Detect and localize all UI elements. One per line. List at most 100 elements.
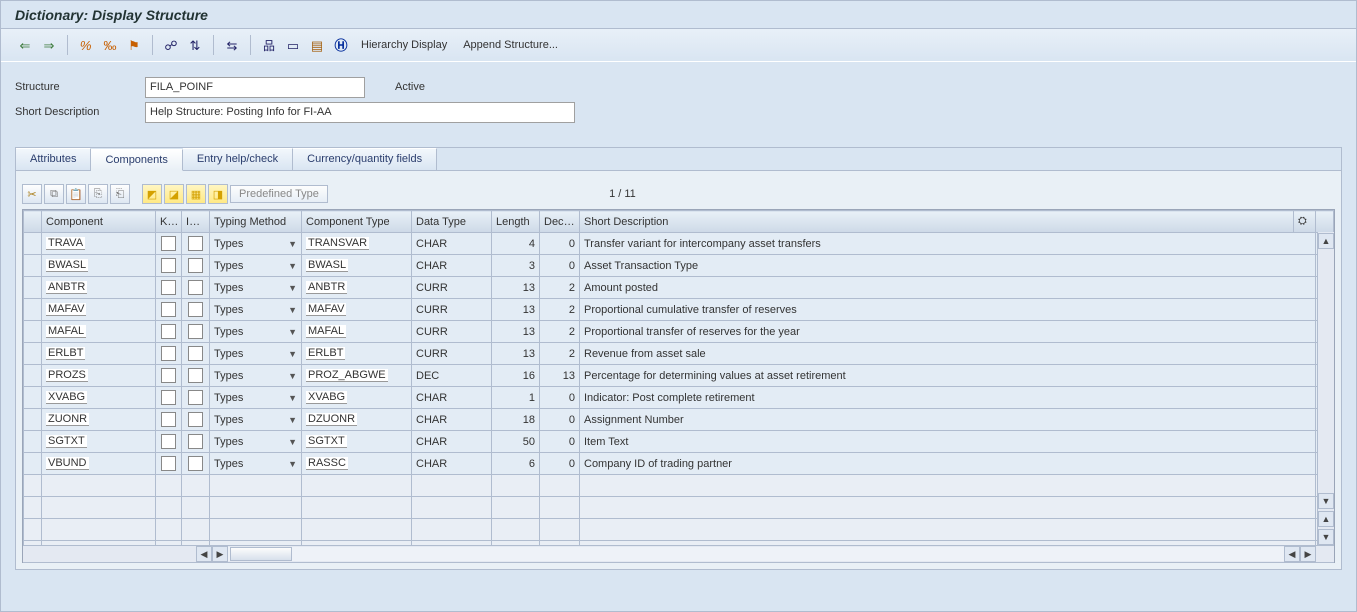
cell-component-type[interactable] [302,475,412,497]
hscroll-right-1[interactable]: ▶ [212,546,228,562]
collapse-include-button[interactable] [208,184,228,204]
key-checkbox[interactable] [161,236,176,251]
init-checkbox[interactable] [188,280,203,295]
navigate-button[interactable] [222,35,242,55]
tab-components[interactable]: Components [91,149,182,171]
deselect-all-button[interactable] [164,184,184,204]
init-checkbox[interactable] [188,434,203,449]
row-selector[interactable] [24,409,42,431]
cell-component-type[interactable]: TRANSVAR [302,233,412,255]
cell-init[interactable] [182,431,210,453]
cell-typing-method[interactable]: Types▼ [210,299,302,321]
cell-init[interactable] [182,475,210,497]
scroll-down-button[interactable]: ▼ [1318,493,1334,509]
col-init[interactable]: Ini... [182,211,210,233]
vertical-scrollbar[interactable]: ▲ ▼ ▲ ▼ [1317,232,1334,546]
cell-key[interactable] [156,299,182,321]
col-length[interactable]: Length [492,211,540,233]
cell-typing-method[interactable] [210,475,302,497]
cell-typing-method[interactable]: Types▼ [210,233,302,255]
init-checkbox[interactable] [188,368,203,383]
key-checkbox[interactable] [161,346,176,361]
cell-component-type[interactable]: ERLBT [302,343,412,365]
cell-typing-method[interactable]: Types▼ [210,431,302,453]
col-typing-method[interactable]: Typing Method [210,211,302,233]
cell-component-type[interactable]: PROZ_ABGWE [302,365,412,387]
object-directory-button[interactable] [185,35,205,55]
cell-typing-method[interactable]: Types▼ [210,277,302,299]
cell-typing-method[interactable]: Types▼ [210,387,302,409]
cell-key[interactable] [156,343,182,365]
cell-key[interactable] [156,365,182,387]
scroll-up-button-2[interactable]: ▲ [1318,511,1334,527]
expand-include-button[interactable] [186,184,206,204]
key-checkbox[interactable] [161,280,176,295]
col-decimals[interactable]: Deci... [540,211,580,233]
hscroll-left-1[interactable]: ◀ [196,546,212,562]
forward-button[interactable] [39,35,59,55]
table-button[interactable] [283,35,303,55]
init-checkbox[interactable] [188,456,203,471]
cell-typing-method[interactable]: Types▼ [210,409,302,431]
init-checkbox[interactable] [188,412,203,427]
init-checkbox[interactable] [188,324,203,339]
cell-init[interactable] [182,497,210,519]
cell-init[interactable] [182,299,210,321]
predefined-type-button[interactable]: Predefined Type [230,185,328,203]
scroll-down-button-2[interactable]: ▼ [1318,529,1334,545]
cell-key[interactable] [156,255,182,277]
cell-component[interactable]: BWASL [42,255,156,277]
cell-typing-method[interactable] [210,519,302,541]
cell-component-type[interactable]: DZUONR [302,409,412,431]
tab-entry-help-check[interactable]: Entry help/check [183,148,293,170]
row-selector[interactable] [24,343,42,365]
cell-init[interactable] [182,343,210,365]
cell-key[interactable] [156,475,182,497]
init-checkbox[interactable] [188,390,203,405]
cell-component[interactable] [42,519,156,541]
key-checkbox[interactable] [161,390,176,405]
tab-attributes[interactable]: Attributes [16,148,91,170]
hierarchy-icon-button[interactable] [259,35,279,55]
key-checkbox[interactable] [161,434,176,449]
col-data-type[interactable]: Data Type [412,211,492,233]
hscroll-right-2[interactable]: ▶ [1300,546,1316,562]
cell-key[interactable] [156,233,182,255]
row-selector[interactable] [24,497,42,519]
cell-component-type[interactable]: ANBTR [302,277,412,299]
back-button[interactable] [15,35,35,55]
hierarchy-display-link[interactable]: Hierarchy Display [355,37,453,53]
init-checkbox[interactable] [188,346,203,361]
cell-component-type[interactable]: MAFAL [302,321,412,343]
help-button[interactable] [331,35,351,55]
table-settings-button[interactable]: ⛭ [1294,211,1316,233]
display-change-button[interactable] [76,35,96,55]
hscroll-thumb-1[interactable] [230,547,292,561]
tab-currency-qty[interactable]: Currency/quantity fields [293,148,437,170]
key-checkbox[interactable] [161,456,176,471]
cell-component[interactable]: MAFAL [42,321,156,343]
cell-component-type[interactable]: MAFAV [302,299,412,321]
col-component-type[interactable]: Component Type [302,211,412,233]
cell-key[interactable] [156,277,182,299]
cell-component[interactable]: PROZS [42,365,156,387]
where-used-button[interactable] [161,35,181,55]
cell-component[interactable]: VBUND [42,453,156,475]
cell-component[interactable]: MAFAV [42,299,156,321]
cell-component[interactable]: XVABG [42,387,156,409]
cell-component[interactable]: ANBTR [42,277,156,299]
cell-component-type[interactable]: SGTXT [302,431,412,453]
cell-init[interactable] [182,277,210,299]
copy-button[interactable] [44,184,64,204]
select-all-button[interactable] [142,184,162,204]
cell-typing-method[interactable]: Types▼ [210,453,302,475]
hscroll-left-2[interactable]: ◀ [1284,546,1300,562]
horizontal-scrollbar[interactable]: ◀ ▶ ◀ ▶ [23,545,1334,562]
cut-button[interactable] [22,184,42,204]
cell-init[interactable] [182,233,210,255]
cell-component-type[interactable] [302,519,412,541]
row-selector[interactable] [24,321,42,343]
cell-typing-method[interactable]: Types▼ [210,343,302,365]
init-checkbox[interactable] [188,236,203,251]
row-selector[interactable] [24,453,42,475]
